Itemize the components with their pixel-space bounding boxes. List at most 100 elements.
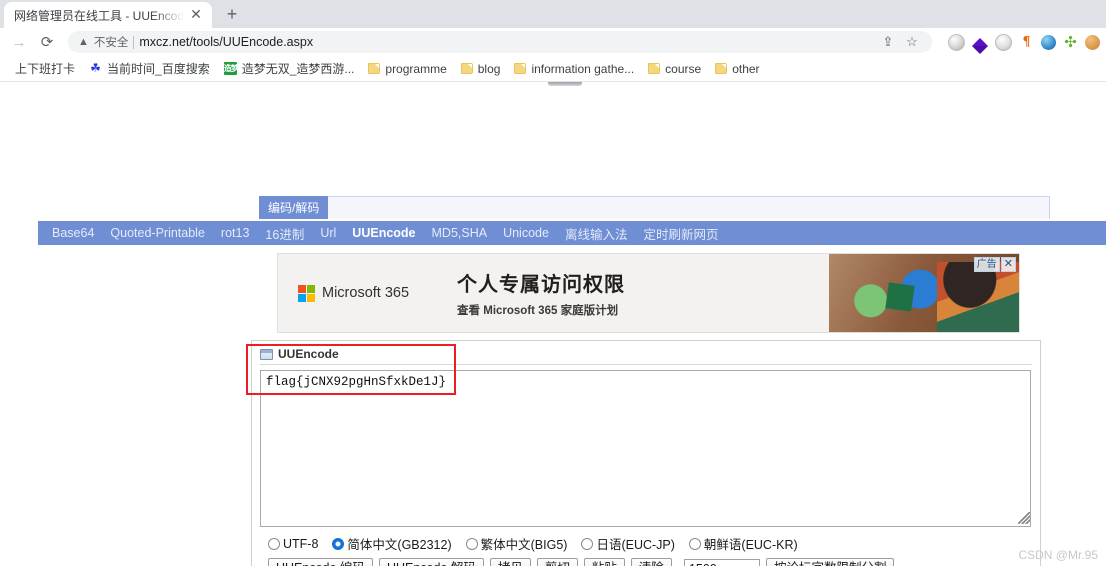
radio-label: 繁体中文(BIG5): [480, 538, 568, 552]
ad-headline: 个人专属访问权限: [457, 274, 626, 296]
folder-icon: [368, 63, 381, 74]
radio-option-gb2312[interactable]: 简体中文(GB2312): [332, 534, 452, 553]
pilcrow-extension-icon[interactable]: ¶: [1019, 34, 1034, 50]
tab-encode-decode[interactable]: 编码/解码: [259, 196, 329, 219]
textarea-wrapper: [260, 370, 1032, 527]
forward-icon[interactable]: →: [6, 30, 32, 54]
bookmark-star-icon[interactable]: ☆: [902, 32, 922, 52]
radio-option-utf8[interactable]: UTF-8: [268, 537, 318, 551]
bookmark-folder-information-gathering[interactable]: information gathe...: [507, 60, 641, 78]
bookmark-label: course: [665, 61, 702, 76]
nav-item-md5-sha[interactable]: MD5,SHA: [424, 226, 496, 240]
not-secure-label: 不安全: [93, 37, 129, 49]
radio-button[interactable]: [688, 537, 701, 550]
reload-icon[interactable]: ⟳: [34, 30, 60, 54]
site-tab-strip: [259, 196, 1050, 219]
nav-item-hex[interactable]: 16进制: [257, 224, 312, 243]
new-tab-button[interactable]: +: [218, 2, 246, 28]
action-button-row: UUEncode 编码 UUEncode 解码 拷贝 剪切 粘贴 清除 按论坛字…: [260, 558, 1032, 566]
game-favicon: 造梦: [223, 62, 239, 75]
uuencode-panel: UUEncode UTF-8 简体中文(GB2312) 繁体中文(BIG5) 日…: [251, 340, 1041, 566]
nav-item-quoted-printable[interactable]: Quoted-Printable: [102, 226, 213, 240]
microsoft-logo: Microsoft 365: [298, 284, 410, 302]
site-nav-bar: Base64 Quoted-Printable rot13 16进制 Url U…: [38, 221, 1106, 245]
folder-icon: [514, 63, 527, 74]
bookmark-label: 当前时间_百度搜索: [107, 62, 210, 76]
nav-item-rot13[interactable]: rot13: [213, 226, 258, 240]
address-bar-url: mxcz.net/tools/UUEncode.aspx: [139, 35, 314, 49]
address-bar[interactable]: ▲ 不安全 mxcz.net/tools/UUEncode.aspx ⇪ ☆: [68, 31, 932, 53]
extension-icons: ¶ ✣: [940, 33, 1100, 54]
cookie-extension-icon[interactable]: [1085, 34, 1100, 50]
bookmarks-bar: 上下班打卡 ☘ 当前时间_百度搜索 造梦 造梦无双_造梦西游... progra…: [0, 56, 1106, 82]
ad-subtext: 查看 Microsoft 365 家庭版计划: [457, 305, 619, 317]
panel-title: UUEncode: [278, 347, 339, 361]
microsoft-squares-icon: [298, 284, 315, 302]
nav-item-url[interactable]: Url: [312, 226, 344, 240]
bookmark-folder-other[interactable]: other: [708, 60, 766, 78]
bookmark-label: other: [732, 61, 760, 76]
radio-label: 朝鲜语(EUC-KR): [703, 538, 798, 552]
clear-button[interactable]: 清除: [630, 558, 672, 566]
bookmark-folder-blog[interactable]: blog: [454, 60, 508, 78]
browser-tab[interactable]: 网络管理员在线工具 - UUEncod ✕: [4, 2, 213, 28]
browser-tab-title: 网络管理员在线工具 - UUEncod: [14, 8, 185, 23]
ad-brand-label: Microsoft 365: [322, 285, 410, 301]
bookmark-label: programme: [385, 61, 447, 76]
baidu-favicon: ☘: [90, 61, 101, 75]
ad-close-icon[interactable]: ✕: [1000, 257, 1016, 272]
bookmark-label: 上下班打卡: [15, 62, 76, 76]
radio-option-big5[interactable]: 繁体中文(BIG5): [465, 534, 568, 553]
radio-option-euc-jp[interactable]: 日语(EUC-JP): [581, 534, 675, 553]
bookmark-item-zaomeng[interactable]: 造梦 造梦无双_造梦西游...: [217, 58, 362, 79]
grid-globe-extension-icon[interactable]: [995, 33, 1012, 51]
puzzle-extension-icon[interactable]: ✣: [1063, 35, 1078, 50]
browser-toolbar: → ⟳ ▲ 不安全 mxcz.net/tools/UUEncode.aspx ⇪…: [0, 28, 1106, 56]
folder-icon: [715, 63, 728, 74]
bookmark-folder-course[interactable]: course: [641, 60, 708, 78]
folder-icon: [648, 63, 661, 74]
radio-button[interactable]: [465, 537, 478, 550]
nav-item-timed-refresh[interactable]: 定时刷新网页: [635, 224, 726, 243]
split-by-forum-limit-button[interactable]: 按论坛字数限制分割: [765, 558, 895, 566]
ad-label-group: 广告 ✕: [973, 257, 1016, 272]
radio-label: 简体中文(GB2312): [347, 538, 452, 552]
ad-tag-label: 广告: [973, 257, 1000, 272]
split-length-input[interactable]: [683, 558, 760, 566]
nav-item-uuencode[interactable]: UUEncode: [344, 226, 423, 240]
bookmark-folder-programme[interactable]: programme: [361, 60, 453, 78]
diamond-extension-icon[interactable]: [972, 38, 988, 54]
bookmark-item-baidu-time[interactable]: ☘ 当前时间_百度搜索: [82, 58, 217, 79]
share-icon[interactable]: ⇪: [878, 32, 898, 52]
copy-button[interactable]: 拷贝: [489, 558, 531, 566]
radio-option-euc-kr[interactable]: 朝鲜语(EUC-KR): [688, 534, 798, 553]
globe-extension-icon[interactable]: [948, 33, 965, 51]
close-icon[interactable]: ✕: [188, 7, 204, 23]
bookmark-label: information gathe...: [531, 61, 635, 76]
omnibox-divider: [133, 35, 135, 49]
nav-item-offline-input[interactable]: 离线输入法: [557, 224, 636, 243]
earth-extension-icon[interactable]: [1041, 34, 1056, 50]
advertisement-banner[interactable]: Microsoft 365 个人专属访问权限 查看 Microsoft 365 …: [277, 253, 1020, 333]
folder-icon: [460, 63, 473, 74]
paste-button[interactable]: 粘贴: [583, 558, 625, 566]
nav-item-unicode[interactable]: Unicode: [495, 226, 557, 240]
cut-button[interactable]: 剪切: [536, 558, 578, 566]
window-icon: [260, 348, 273, 360]
browser-tab-strip: 网络管理员在线工具 - UUEncod ✕ +: [0, 0, 1106, 28]
uuencode-encode-button[interactable]: UUEncode 编码: [268, 558, 373, 566]
panel-header: UUEncode: [260, 346, 1032, 365]
uuencode-decode-button[interactable]: UUEncode 解码: [378, 558, 484, 566]
bookmark-item-punch-clock[interactable]: 上下班打卡: [8, 58, 82, 79]
radio-button[interactable]: [268, 537, 280, 550]
radio-label: 日语(EUC-JP): [596, 538, 675, 552]
encoding-radio-group: UTF-8 简体中文(GB2312) 繁体中文(BIG5) 日语(EUC-JP)…: [260, 534, 1032, 553]
page-viewport: 编码/解码 Base64 Quoted-Printable rot13 16进制…: [0, 82, 1106, 566]
radio-label: UTF-8: [283, 536, 319, 551]
nav-item-base64[interactable]: Base64: [44, 226, 102, 240]
uuencode-textarea[interactable]: [260, 370, 1031, 527]
radio-button-selected[interactable]: [332, 537, 345, 550]
watermark: CSDN @Mr.95: [1018, 548, 1098, 562]
page-top-element: [548, 82, 582, 86]
radio-button[interactable]: [581, 537, 594, 550]
